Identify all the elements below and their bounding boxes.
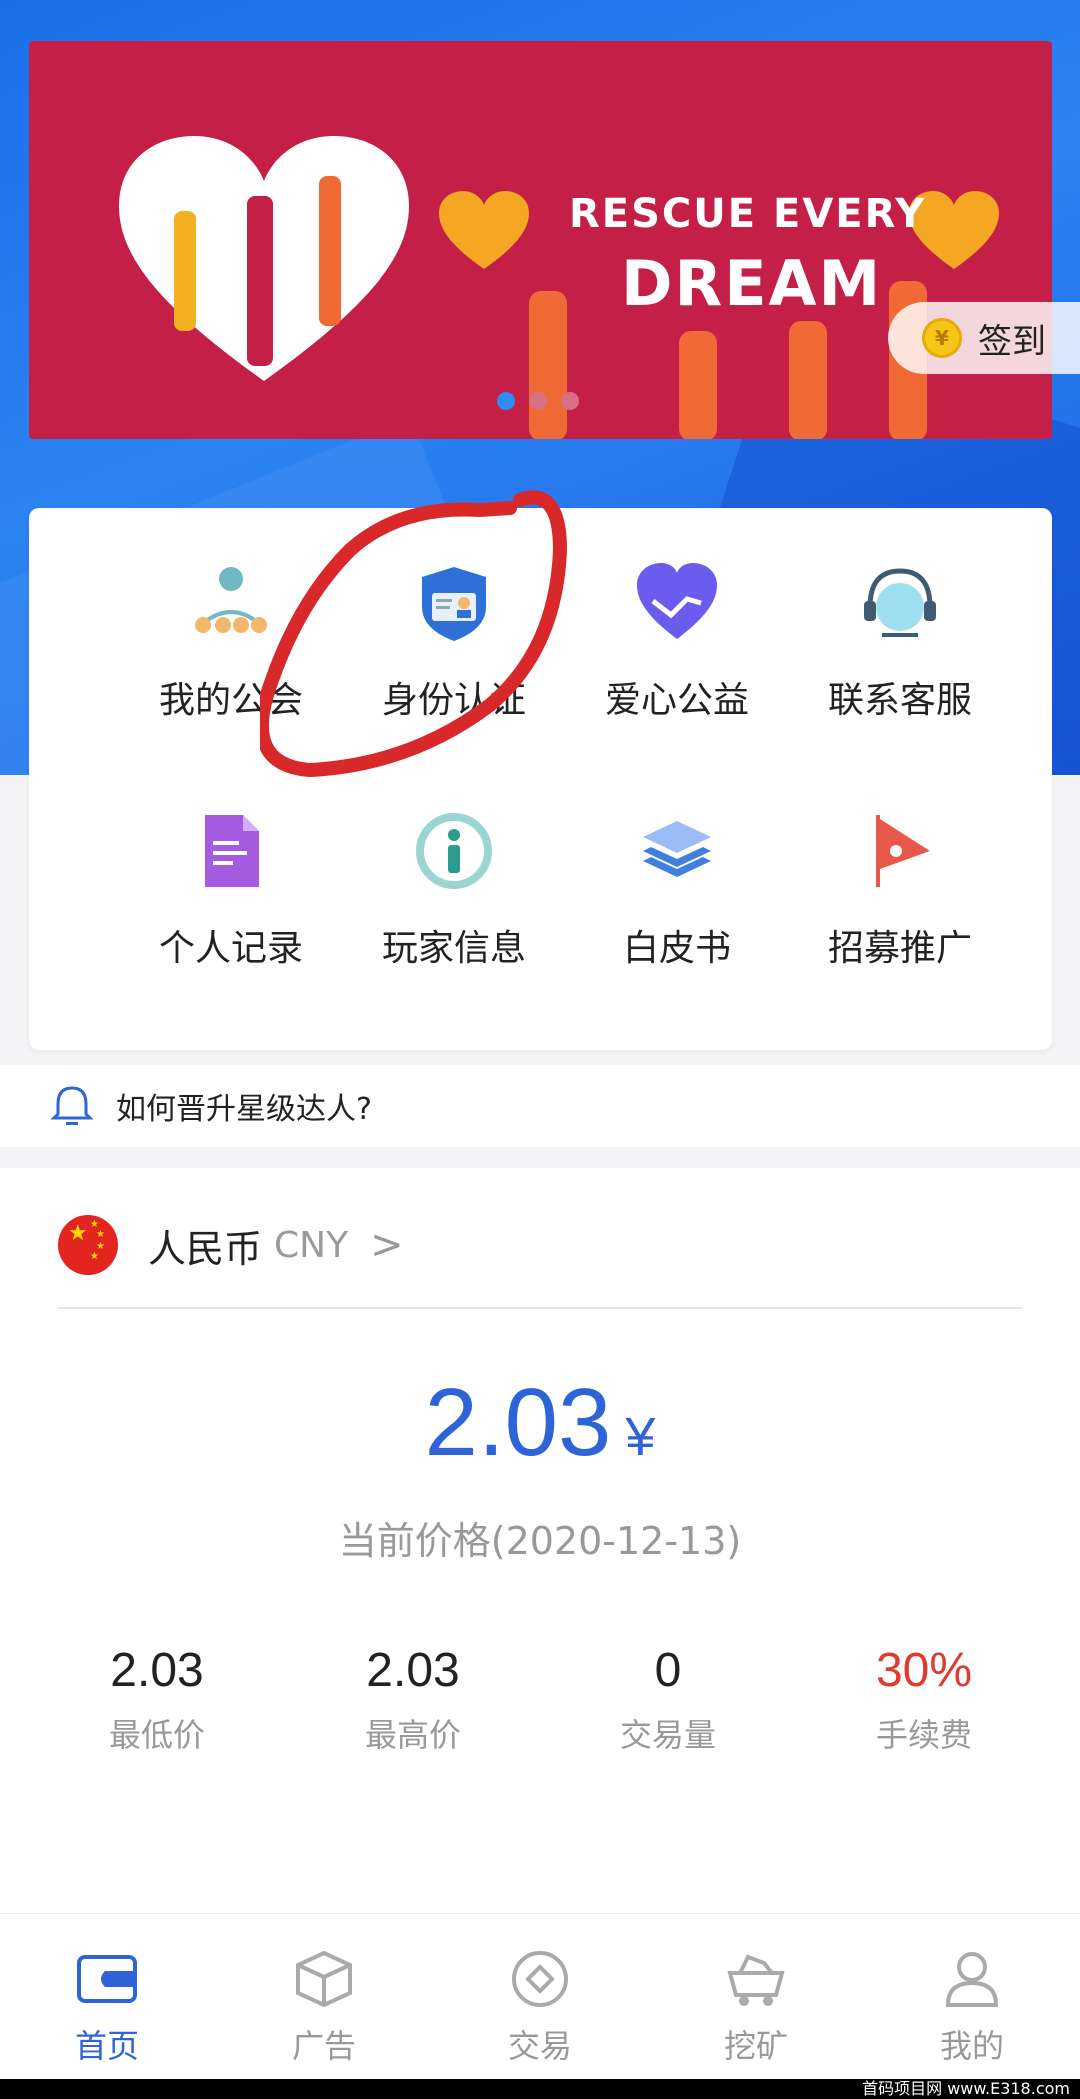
tab-trade[interactable]: 交易 [460, 1949, 620, 2067]
menu-item-label: 玩家信息 [381, 928, 526, 969]
menu-item-guild[interactable]: 我的公会 [121, 563, 341, 763]
stat-label: 最高价 [364, 1716, 461, 1754]
menu-item-label: 爱心公益 [604, 680, 749, 721]
currency-code: CNY [274, 1224, 349, 1266]
feature-menu-card: 我的公会 身份认证 爱心公益 联系客服 个人记录 玩家信息 白皮书 招募推广 [29, 508, 1052, 1050]
stat-low: 2.03 最低价 [29, 1643, 285, 1756]
chevron-right-icon: > [370, 1222, 404, 1268]
menu-item-player-info[interactable]: 玩家信息 [344, 811, 564, 1011]
banner-title-line1: RESCUE EVERY [569, 191, 927, 237]
raised-hands-heart-icon [119, 136, 409, 381]
tab-label: 我的 [939, 2027, 1004, 2065]
banner-pagination[interactable] [497, 392, 579, 410]
menu-item-whitepaper[interactable]: 白皮书 [567, 811, 787, 1011]
price-date-label: 当前价格(2020-12-13) [338, 1519, 742, 1563]
handshake-heart-icon [637, 563, 717, 639]
heart-icon [439, 191, 529, 269]
watermark: 首码项目网 www.E318.com [0, 2079, 1080, 2099]
notice-text: 如何晋升星级达人? [116, 1092, 372, 1127]
stat-high: 2.03 最高价 [285, 1643, 541, 1756]
info-icon [416, 813, 492, 889]
stat-fee: 30% 手续费 [796, 1643, 1052, 1756]
tab-label: 广告 [291, 2027, 356, 2065]
menu-item-charity[interactable]: 爱心公益 [567, 563, 787, 763]
tab-ads[interactable]: 广告 [244, 1949, 404, 2067]
menu-item-recruit[interactable]: 招募推广 [790, 811, 1010, 1011]
menu-item-label: 个人记录 [158, 928, 303, 969]
tab-home[interactable]: 首页 [27, 1949, 187, 2067]
stat-label: 最低价 [108, 1716, 205, 1754]
menu-item-label: 白皮书 [622, 928, 731, 969]
banner-title-line2: DREAM [621, 247, 883, 320]
stat-value: 2.03 [110, 1644, 204, 1697]
current-price: 2.03 ¥ [0, 1368, 1080, 1478]
layers-icon [643, 821, 711, 877]
price-stats: 2.03 最低价 2.03 最高价 0 交易量 30% 手续费 [0, 1643, 1080, 1763]
stat-volume: 0 交易量 [540, 1643, 796, 1756]
currency-unit: ¥ [625, 1407, 656, 1467]
pagination-dot[interactable] [529, 392, 547, 410]
checkin-button[interactable]: ¥ 签到 [888, 302, 1080, 374]
stat-value: 30% [875, 1644, 973, 1697]
headset-icon [864, 568, 936, 637]
checkin-label: 签到 [978, 321, 1046, 362]
tab-label: 首页 [74, 2027, 139, 2065]
tab-label: 交易 [507, 2027, 572, 2065]
price-panel: ★ ★ ★ ★ ★ 人民币 CNY > 2.03 ¥ 当前价格(2020-12-1… [0, 1168, 1080, 1913]
notice-bar[interactable]: 如何晋升星级达人? [0, 1065, 1080, 1147]
menu-item-records[interactable]: 个人记录 [121, 811, 341, 1011]
menu-item-label: 身份认证 [381, 680, 526, 721]
tab-profile[interactable]: 我的 [892, 1949, 1052, 2067]
stat-label: 交易量 [619, 1716, 716, 1754]
tab-mining[interactable]: 挖矿 [676, 1949, 836, 2067]
wallet-icon [77, 1955, 137, 2003]
currency-name: 人民币 [148, 1226, 263, 1271]
bell-icon [50, 1086, 94, 1125]
user-icon [945, 1952, 999, 2007]
pagination-dot[interactable] [561, 392, 579, 410]
guild-people-icon [195, 567, 267, 633]
currency-selector[interactable]: ★ ★ ★ ★ ★ 人民币 CNY > [58, 1213, 404, 1277]
id-shield-icon [422, 567, 486, 641]
pagination-dot[interactable] [497, 392, 515, 410]
current-price-value: 2.03 [424, 1369, 612, 1476]
promo-banner[interactable]: RESCUE EVERY DREAM [29, 41, 1052, 439]
stat-value: 2.03 [366, 1644, 460, 1697]
box-icon [296, 1950, 352, 2008]
tab-label: 挖矿 [723, 2027, 788, 2065]
flag-icon [876, 815, 930, 887]
coin-icon: ¥ [922, 318, 962, 358]
stat-value: 0 [654, 1644, 682, 1697]
menu-item-label: 招募推广 [827, 928, 972, 969]
bottom-tab-bar: 首页 广告 交易 挖矿 我的 [0, 1913, 1080, 2079]
stat-label: 手续费 [875, 1716, 972, 1754]
china-flag-icon: ★ ★ ★ ★ ★ [58, 1215, 118, 1275]
divider [58, 1307, 1022, 1309]
menu-item-label: 联系客服 [827, 680, 972, 721]
menu-item-identity[interactable]: 身份认证 [344, 563, 564, 763]
menu-item-label: 我的公会 [158, 680, 303, 721]
mining-cart-icon [727, 1954, 785, 2006]
document-icon [205, 815, 259, 887]
menu-item-customer-service[interactable]: 联系客服 [790, 563, 1010, 763]
exchange-icon [512, 1951, 568, 2007]
